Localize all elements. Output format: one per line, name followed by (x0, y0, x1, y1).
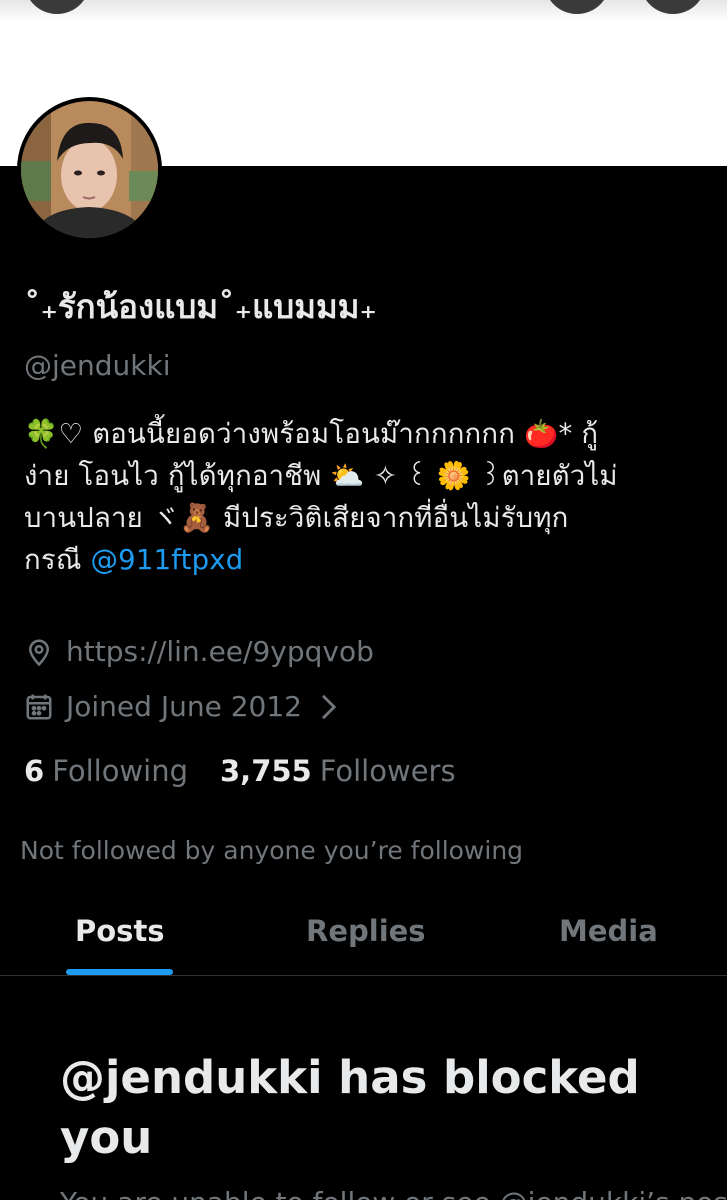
tab-replies[interactable]: Replies (306, 914, 426, 948)
profile-bio: 🍀♡ ตอนนี้ยอดว่างพร้อมโอนม๊ากกกกกก 🍅* กู้… (24, 413, 684, 581)
followers-label: Followers (319, 754, 456, 788)
following-label: Following (52, 754, 188, 788)
profile-joined-row[interactable]: Joined June 2012 (24, 690, 338, 723)
bio-line: บานปลาย ヾ🧸 มีประวิติเสียจากที่อื่นไม่รับ… (24, 502, 569, 534)
follow-stats: 6 Following 3,755 Followers (24, 754, 456, 788)
bio-line: กรณี @911ftpxd (24, 539, 684, 581)
tab-media[interactable]: Media (559, 914, 658, 948)
following-stat[interactable]: 6 Following (24, 754, 188, 788)
display-name: ˚₊รักน้องแบม˚₊แบมมม₊ (24, 287, 377, 326)
blocked-subtitle: You are unable to follow or see @jendukk… (60, 1186, 727, 1200)
profile-handle: @jendukki (24, 349, 171, 382)
following-count: 6 (24, 754, 45, 788)
bio-text: กรณี (24, 544, 91, 576)
followers-count: 3,755 (220, 754, 312, 788)
bio-line: 🍀♡ ตอนนี้ยอดว่างพร้อมโอนม๊ากกกกกก 🍅* กู้ (24, 418, 599, 450)
avatar[interactable] (17, 97, 162, 242)
banner-top-shade (0, 0, 727, 22)
mutual-followers-note: Not followed by anyone you’re following (20, 836, 524, 865)
tab-posts[interactable]: Posts (75, 914, 165, 948)
profile-website: https://lin.ee/9ypqvob (24, 635, 374, 668)
blocked-title: @jendukki has blocked you (60, 1051, 640, 1164)
bio-mention-link[interactable]: @911ftpxd (90, 544, 243, 576)
joined-date: Joined June 2012 (66, 690, 302, 723)
location-pin-icon (24, 637, 54, 667)
website-link[interactable]: https://lin.ee/9ypqvob (66, 635, 374, 668)
calendar-icon (24, 692, 54, 722)
avatar-image (21, 101, 158, 238)
profile-tabs: Posts Replies Media (0, 900, 727, 976)
active-tab-indicator (66, 969, 173, 975)
bio-line: ง่าย โอนไว กู้ได้ทุกอาชีพ ⛅ ✧ ꒰ 🌼 ꒱ตายตั… (24, 460, 618, 492)
chevron-right-icon (320, 694, 338, 720)
followers-stat[interactable]: 3,755 Followers (220, 754, 456, 788)
